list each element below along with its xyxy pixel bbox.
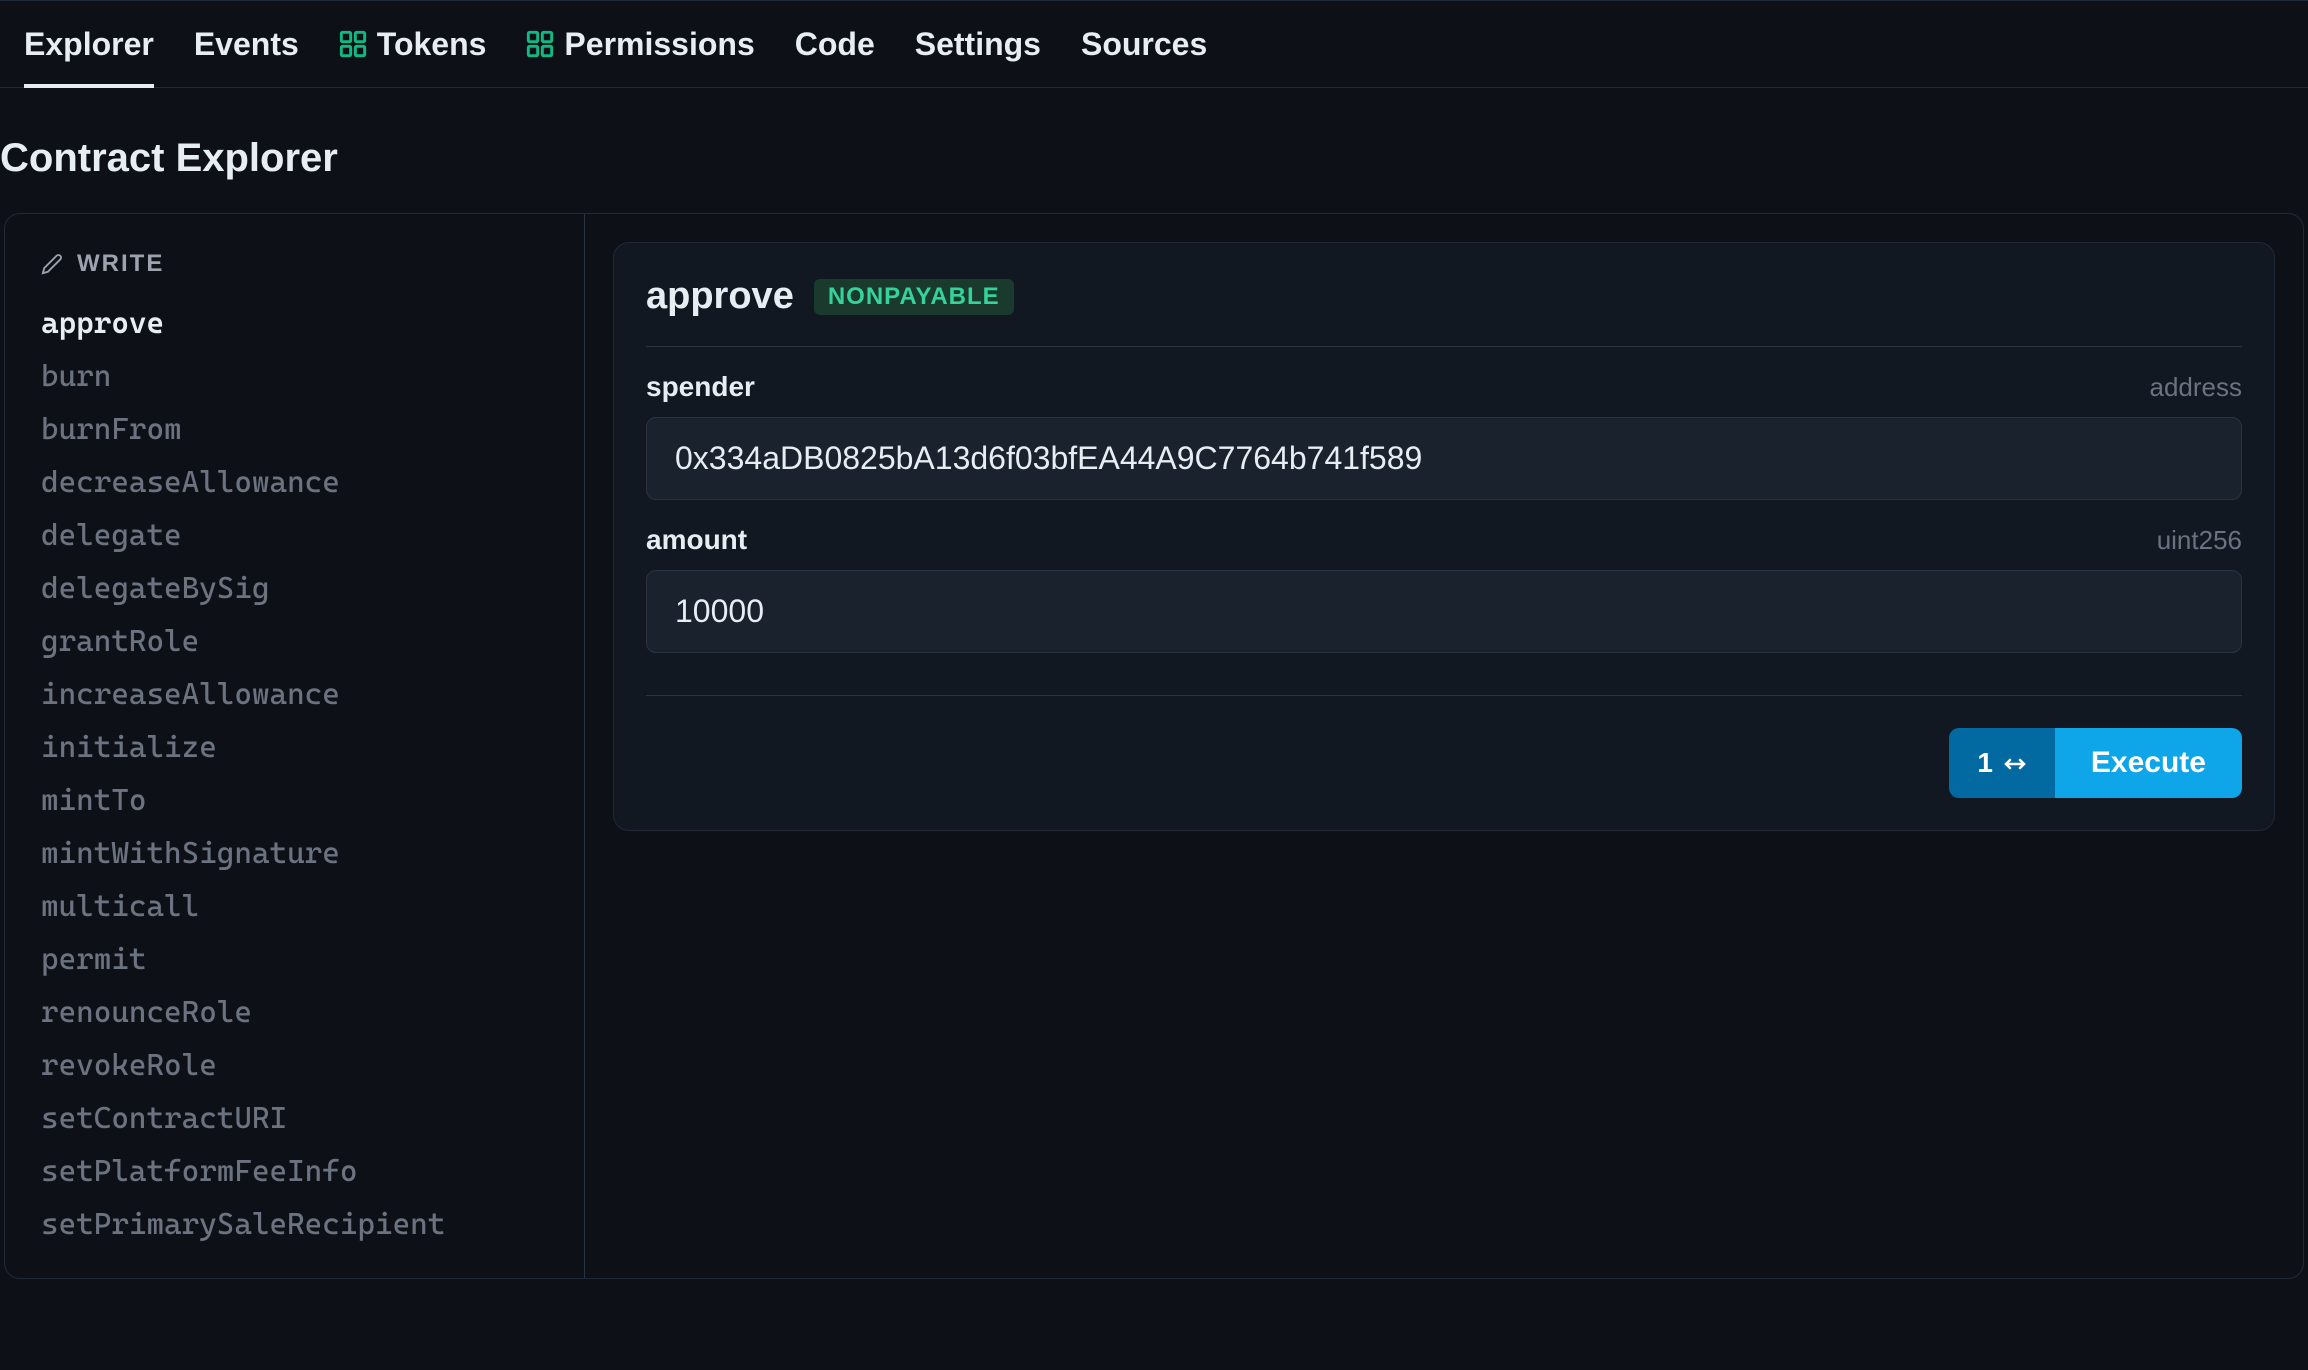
tx-count-label: 1 [1977,747,1993,779]
func-burn[interactable]: burn [41,359,548,394]
param-type: uint256 [2157,525,2242,556]
func-mintTo[interactable]: mintTo [41,783,548,818]
tab-label: Explorer [24,26,154,63]
param-type: address [2150,372,2243,403]
function-list: approve burn burnFrom decreaseAllowance … [41,306,548,1242]
sidebar: WRITE approve burn burnFrom decreaseAllo… [5,214,585,1278]
param-spender: spender address [646,371,2242,500]
func-grantRole[interactable]: grantRole [41,624,548,659]
extension-icon [526,30,554,58]
tab-settings[interactable]: Settings [915,1,1041,87]
extension-icon [339,30,367,58]
func-burnFrom[interactable]: burnFrom [41,412,548,447]
func-mintWithSignature[interactable]: mintWithSignature [41,836,548,871]
tab-label: Settings [915,26,1041,63]
tab-tokens[interactable]: Tokens [339,1,487,87]
param-amount: amount uint256 [646,524,2242,653]
func-multicall[interactable]: multicall [41,889,548,924]
param-header: amount uint256 [646,524,2242,556]
func-setPrimarySaleRecipient[interactable]: setPrimarySaleRecipient [41,1207,548,1242]
func-setContractURI[interactable]: setContractURI [41,1101,548,1136]
func-approve[interactable]: approve [41,306,548,341]
func-decreaseAllowance[interactable]: decreaseAllowance [41,465,548,500]
tab-sources[interactable]: Sources [1081,1,1207,87]
spender-input[interactable] [646,417,2242,500]
nav-tabs: Explorer Events Tokens Permissions Code [0,0,2308,88]
action-row: 1 Execute [646,695,2242,798]
mutability-badge: NONPAYABLE [814,279,1014,315]
tx-count-button[interactable]: 1 [1949,728,2055,798]
param-label: amount [646,524,747,556]
amount-input[interactable] [646,570,2242,653]
function-name: approve [646,275,794,318]
function-header: approve NONPAYABLE [646,275,2242,347]
content: approve NONPAYABLE spender address amoun… [585,214,2303,1278]
tab-label: Events [194,26,299,63]
tab-label: Permissions [564,26,754,63]
tab-code[interactable]: Code [795,1,875,87]
func-renounceRole[interactable]: renounceRole [41,995,548,1030]
tab-label: Code [795,26,875,63]
page-title: Contract Explorer [0,88,2308,213]
main-panel: WRITE approve burn burnFrom decreaseAllo… [4,213,2304,1279]
func-revokeRole[interactable]: revokeRole [41,1048,548,1083]
function-card: approve NONPAYABLE spender address amoun… [613,242,2275,831]
func-initialize[interactable]: initialize [41,730,548,765]
tab-events[interactable]: Events [194,1,299,87]
func-increaseAllowance[interactable]: increaseAllowance [41,677,548,712]
func-delegateBySig[interactable]: delegateBySig [41,571,548,606]
param-header: spender address [646,371,2242,403]
func-permit[interactable]: permit [41,942,548,977]
tab-label: Tokens [377,26,487,63]
tab-explorer[interactable]: Explorer [24,1,154,87]
execute-button[interactable]: Execute [2055,728,2242,798]
func-delegate[interactable]: delegate [41,518,548,553]
tab-permissions[interactable]: Permissions [526,1,754,87]
pencil-icon [41,253,63,275]
func-setPlatformFeeInfo[interactable]: setPlatformFeeInfo [41,1154,548,1189]
sidebar-section-label: WRITE [77,250,164,278]
swap-icon [2003,751,2027,775]
param-label: spender [646,371,755,403]
button-group: 1 Execute [1949,728,2242,798]
sidebar-header: WRITE [41,250,548,278]
tab-label: Sources [1081,26,1207,63]
